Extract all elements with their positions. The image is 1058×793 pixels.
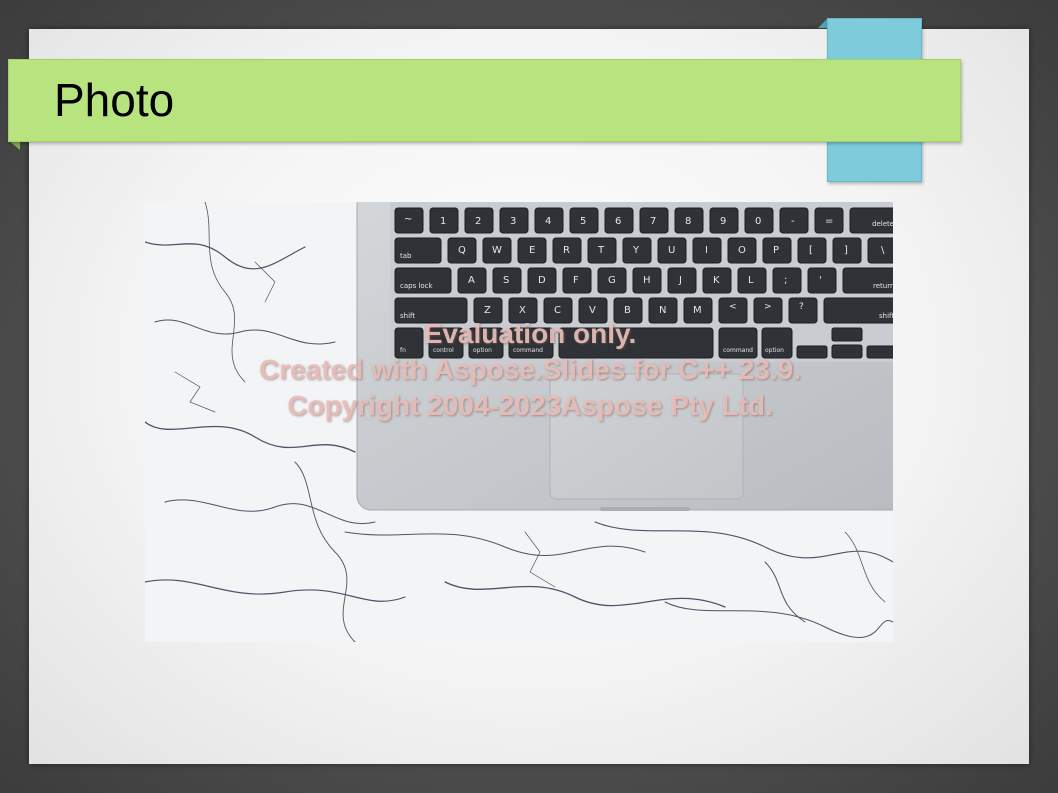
key-z: Z xyxy=(484,305,491,316)
key-y: Y xyxy=(633,245,640,256)
key-7: 7 xyxy=(650,216,657,227)
key-k: K xyxy=(713,275,720,286)
key-semicolon: ; xyxy=(784,275,788,286)
key-f: F xyxy=(573,275,579,286)
key-greater-than: > xyxy=(764,302,772,312)
key-o: O xyxy=(738,245,746,256)
key-1: 1 xyxy=(440,216,447,227)
key-delete: delete xyxy=(872,220,893,228)
key-backslash: \ xyxy=(881,245,885,256)
key-2: 2 xyxy=(475,216,482,227)
key-quote: ' xyxy=(819,275,822,286)
key-q: Q xyxy=(458,245,466,256)
key-tab: tab xyxy=(400,252,412,260)
key-0: 0 xyxy=(755,216,762,227)
key-4: 4 xyxy=(545,216,552,227)
key-d: D xyxy=(538,275,546,286)
key-l: L xyxy=(748,275,754,286)
key-p: P xyxy=(773,245,780,256)
key-u: U xyxy=(668,245,676,256)
key-g: G xyxy=(608,275,616,286)
key-tilde: ~ xyxy=(404,214,413,225)
key-less-than: < xyxy=(729,302,737,312)
evaluation-watermark: Evaluation only. Created with Aspose.Sli… xyxy=(145,316,915,424)
slide-title: Photo xyxy=(54,74,175,126)
key-question: ? xyxy=(799,302,804,312)
key-j: J xyxy=(679,275,682,286)
watermark-line-1: Evaluation only. xyxy=(423,318,637,349)
key-e: E xyxy=(529,245,536,256)
key-m: M xyxy=(693,305,702,316)
key-t: T xyxy=(598,245,605,256)
key-5: 5 xyxy=(580,216,587,227)
watermark-line-2: Created with Aspose.Slides for C++ 23.9. xyxy=(258,354,802,385)
key-i: I xyxy=(705,245,708,256)
key-b: B xyxy=(624,305,631,316)
key-6: 6 xyxy=(615,216,622,227)
key-3: 3 xyxy=(510,216,517,227)
key-equals: = xyxy=(825,216,834,227)
key-8: 8 xyxy=(685,216,692,227)
key-a: A xyxy=(468,275,475,286)
key-s: S xyxy=(503,275,510,286)
key-caps-lock: caps lock xyxy=(400,282,433,290)
key-bracket-left: [ xyxy=(809,245,813,256)
key-r: R xyxy=(563,245,570,256)
key-w: W xyxy=(492,245,502,256)
key-return: return xyxy=(873,282,893,290)
key-minus: - xyxy=(791,216,795,227)
watermark-line-3: Copyright 2004-2023Aspose Pty Ltd. xyxy=(287,390,773,421)
key-v: V xyxy=(589,305,596,316)
key-h: H xyxy=(643,275,651,286)
key-x: X xyxy=(519,305,526,316)
key-9: 9 xyxy=(720,216,727,227)
key-c: C xyxy=(554,305,561,316)
key-n: N xyxy=(659,305,667,316)
key-bracket-right: ] xyxy=(844,245,848,256)
